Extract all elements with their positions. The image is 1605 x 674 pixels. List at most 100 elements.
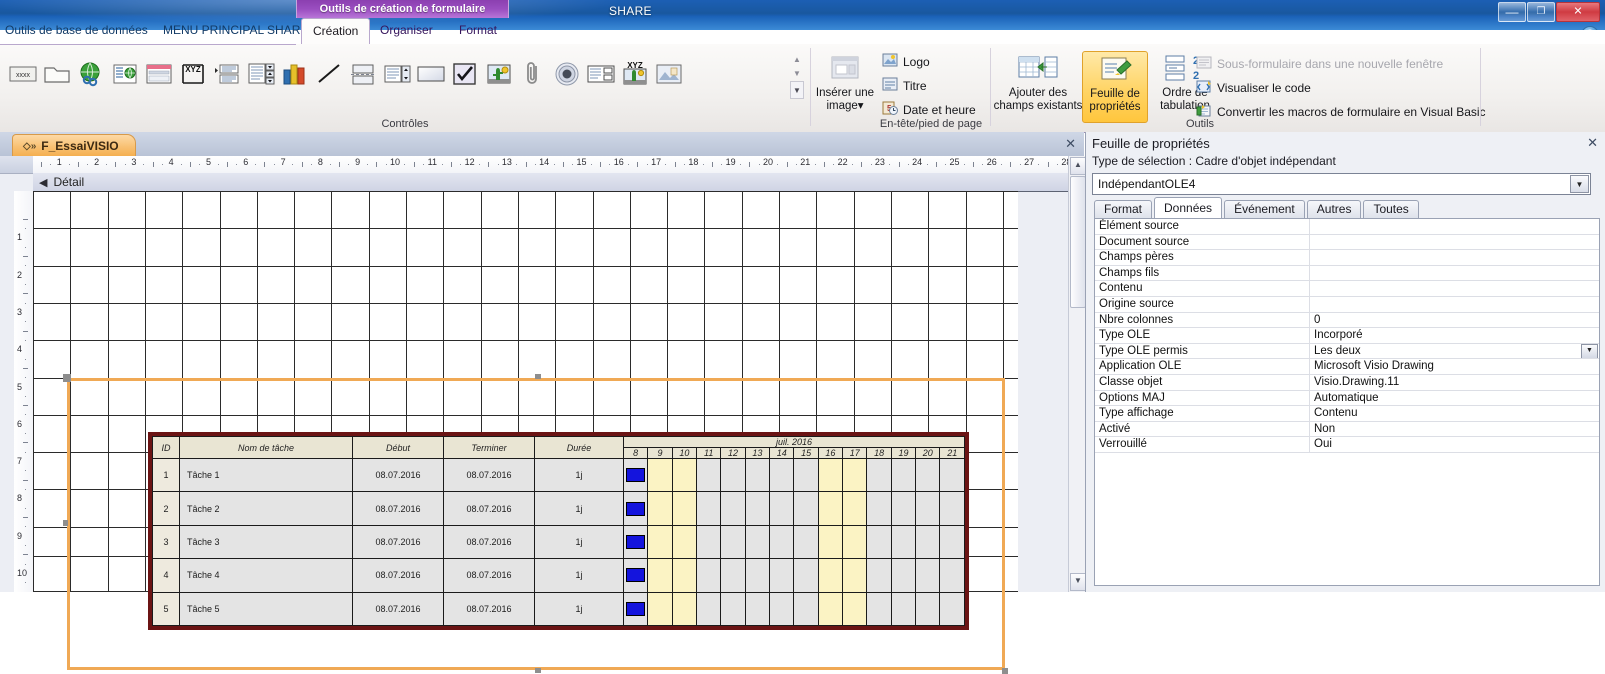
gallery-scroll-down-icon[interactable]: ▼ xyxy=(790,67,804,81)
scroll-down-icon[interactable]: ▼ xyxy=(1070,573,1086,591)
v-ruler-tick xyxy=(23,517,28,519)
gallery-scroll-up-icon[interactable]: ▲ xyxy=(790,53,804,67)
document-tab-f-essaivisio[interactable]: ◇» F_EssaiVISIO xyxy=(12,134,136,157)
property-row[interactable]: Contenu xyxy=(1095,281,1599,297)
bound-object-frame-icon[interactable]: XYZ xyxy=(618,54,652,94)
gantt-chart-ole-object[interactable]: ID Nom de tâche Début Terminer Durée jui… xyxy=(148,432,969,630)
document-tab-close-icon[interactable]: ✕ xyxy=(1065,136,1076,152)
insert-image-dropdown-icon[interactable]: ▾ xyxy=(858,100,864,112)
tab-menu-principal-share[interactable]: MENU PRINCIPAL SHARE xyxy=(152,18,319,44)
property-row[interactable]: Origine source xyxy=(1095,296,1599,313)
tab-autres[interactable]: Autres xyxy=(1306,200,1362,219)
property-value[interactable]: Non xyxy=(1310,422,1599,437)
attachment-icon[interactable] xyxy=(516,54,550,94)
property-value[interactable]: Oui xyxy=(1310,437,1599,452)
gallery-more-icon[interactable]: ▼ xyxy=(790,81,804,99)
insert-image-button[interactable]: Insérer une image▾ xyxy=(808,51,882,121)
property-row[interactable]: Type OLE permis Les deux ▼ xyxy=(1095,343,1599,360)
title-button[interactable]: Titre xyxy=(880,76,976,96)
property-value[interactable] xyxy=(1310,266,1599,281)
tab-creation[interactable]: Création xyxy=(301,18,371,46)
property-row[interactable]: Type OLE Incorporé xyxy=(1095,328,1599,344)
v-ruler-tick xyxy=(23,367,28,369)
vertical-ruler[interactable]: 1 2 3 4 5 6 7 8 9 10 xyxy=(14,191,34,592)
property-dropdown-icon[interactable]: ▼ xyxy=(1581,343,1598,359)
property-value[interactable] xyxy=(1310,297,1599,312)
property-value[interactable]: Automatique xyxy=(1310,391,1599,406)
v-ruler-tick xyxy=(23,442,28,444)
date-time-button[interactable]: 5 Date et heure xyxy=(880,100,976,120)
property-value[interactable] xyxy=(1310,281,1599,296)
page-break-icon[interactable] xyxy=(346,54,380,94)
resize-handle-se[interactable] xyxy=(1002,668,1008,674)
web-browser-control-icon[interactable] xyxy=(108,54,142,94)
chart-icon[interactable] xyxy=(278,54,312,94)
property-row[interactable]: Champs fils xyxy=(1095,265,1599,282)
controls-gallery-scroll[interactable]: ▲ ▼ ▼ xyxy=(790,53,804,101)
property-row[interactable]: Verrouillé Oui xyxy=(1095,437,1599,453)
property-row[interactable]: Élément source xyxy=(1095,219,1599,235)
tab-format[interactable]: Format xyxy=(1094,200,1153,219)
property-row[interactable]: Activé Non xyxy=(1095,421,1599,438)
property-sheet-close-icon[interactable]: ✕ xyxy=(1587,135,1598,151)
property-value[interactable] xyxy=(1310,219,1599,234)
combo-box-icon[interactable] xyxy=(380,54,414,94)
image-icon[interactable] xyxy=(482,54,516,94)
option-button-icon[interactable] xyxy=(550,54,584,94)
ribbon-group-header-footer: Logo Titre 5 Date et heure En-tête/pied … xyxy=(872,44,991,132)
workspace-vertical-scrollbar[interactable]: ▲ ▼ xyxy=(1068,156,1086,592)
property-value[interactable]: 0 xyxy=(1310,313,1599,328)
form-section-header-detail[interactable]: ◀ Détail xyxy=(33,173,1086,192)
property-row[interactable]: Champs pères xyxy=(1095,250,1599,266)
property-row[interactable]: Nbre colonnes 0 xyxy=(1095,312,1599,329)
property-value[interactable] xyxy=(1310,250,1599,265)
property-row[interactable]: Type affichage Contenu xyxy=(1095,406,1599,422)
gantt-day-header: 16 xyxy=(817,447,844,459)
property-row[interactable]: Options MAJ Automatique xyxy=(1095,390,1599,407)
gantt-cell-day xyxy=(720,457,746,493)
property-sheet-button[interactable]: Feuille de propriétés xyxy=(1082,51,1148,123)
property-row[interactable]: Application OLE Microsoft Visio Drawing xyxy=(1095,359,1599,375)
option-group-icon[interactable] xyxy=(210,54,244,94)
text-box-icon[interactable] xyxy=(40,54,74,94)
property-sheet-object-combo[interactable]: IndépendantOLE4 ▼ xyxy=(1092,173,1591,195)
subform-in-new-window-button[interactable]: Sous-formulaire dans une nouvelle fenêtr… xyxy=(1194,54,1486,74)
logo-button[interactable]: Logo xyxy=(880,52,976,72)
tab-format[interactable]: Format xyxy=(448,18,508,44)
property-value[interactable]: Microsoft Visio Drawing xyxy=(1310,359,1599,374)
property-value[interactable]: Les deux ▼ xyxy=(1310,343,1599,359)
chevron-down-icon[interactable]: ▼ xyxy=(1570,175,1589,193)
resize-handle-s[interactable] xyxy=(535,668,541,673)
line-icon[interactable] xyxy=(312,54,346,94)
property-value[interactable]: Contenu xyxy=(1310,406,1599,421)
property-value[interactable] xyxy=(1310,235,1599,250)
section-expander-icon[interactable]: ◀ xyxy=(39,176,47,189)
property-value[interactable]: Visio.Drawing.11 xyxy=(1310,375,1599,390)
globe-hyperlink-icon[interactable] xyxy=(74,54,108,94)
scroll-thumb[interactable] xyxy=(1070,176,1086,308)
tab-organiser[interactable]: Organiser xyxy=(369,18,444,44)
horizontal-ruler[interactable]: 1 2 3 4 5 6 7 8 9 10 11 12 13 14 15 16 17 18 19 20 21 22 23 24 2… xyxy=(33,156,1081,174)
select-xxxx-icon[interactable]: xxxx xyxy=(6,54,40,94)
ruler-corner-box[interactable] xyxy=(0,156,34,174)
tab-donnees[interactable]: Données xyxy=(1154,197,1223,219)
property-row[interactable]: Document source xyxy=(1095,234,1599,251)
check-box-icon[interactable] xyxy=(448,54,482,94)
resize-handle-w[interactable] xyxy=(63,520,68,526)
view-code-button[interactable]: Visualiser le code xyxy=(1194,78,1486,98)
resize-handle-nw[interactable] xyxy=(63,374,71,382)
tab-toutes[interactable]: Toutes xyxy=(1363,200,1419,219)
tab-outils-base-donnees[interactable]: Outils de base de données xyxy=(0,18,159,44)
property-row[interactable]: Classe objet Visio.Drawing.11 xyxy=(1095,374,1599,391)
unbound-object-frame-icon[interactable] xyxy=(652,54,686,94)
resize-handle-n[interactable] xyxy=(535,374,541,379)
rectangle-icon[interactable] xyxy=(414,54,448,94)
subform-icon[interactable] xyxy=(584,54,618,94)
list-box-icon[interactable] xyxy=(244,54,278,94)
label-xyz-icon[interactable]: XYZ xyxy=(176,54,210,94)
scroll-up-icon[interactable]: ▲ xyxy=(1070,157,1086,175)
navigation-control-icon[interactable] xyxy=(142,54,176,94)
property-value[interactable]: Incorporé xyxy=(1310,328,1599,343)
add-existing-fields-button[interactable]: Ajouter des champs existants xyxy=(990,51,1086,121)
tab-evenement[interactable]: Événement xyxy=(1224,200,1305,219)
